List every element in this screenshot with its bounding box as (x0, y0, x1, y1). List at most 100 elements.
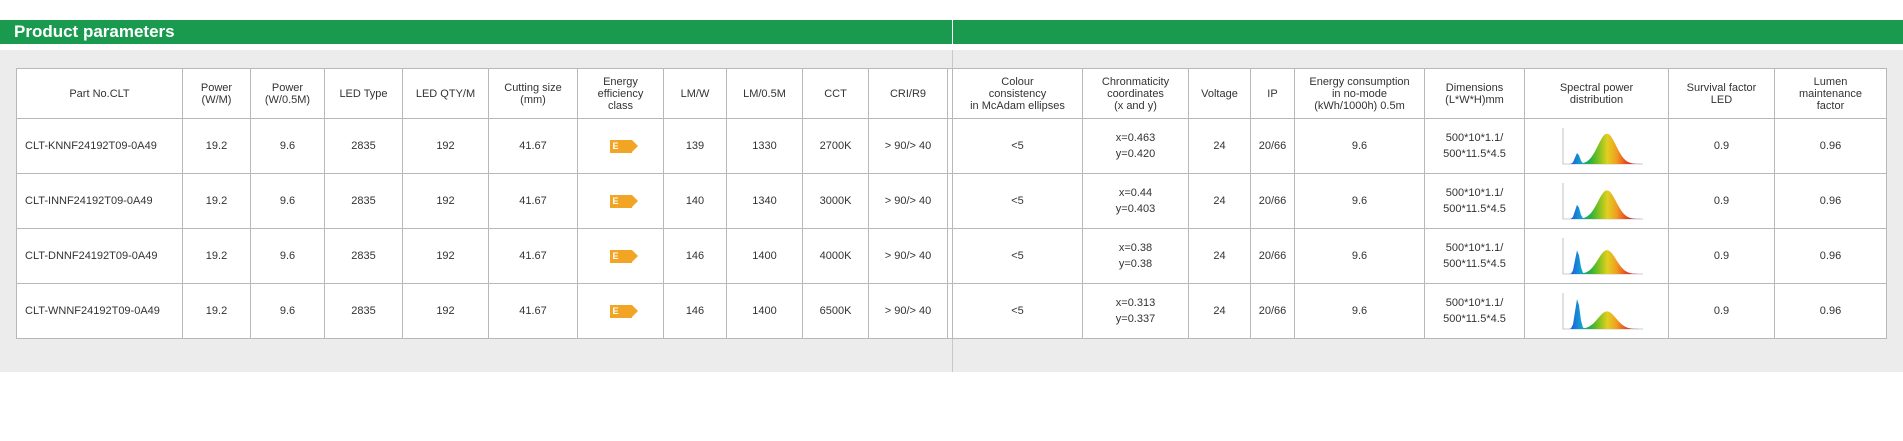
dimensions-cell: 500*10*1.1/500*11.5*4.5 (1424, 118, 1525, 174)
lm-per-half-meter-cell: 1330 (726, 118, 803, 174)
energy-class-badge: E (609, 194, 638, 208)
mcadam-cell: <5 (952, 173, 1083, 229)
lm-per-watt-cell: 146 (663, 283, 727, 339)
lm-per-watt-cell: 146 (663, 228, 727, 284)
chromaticity-y: y=0.337 (1115, 313, 1156, 325)
dimensions-line-1: 500*10*1.1/ (1445, 132, 1504, 144)
led-type-cell: 2835 (324, 283, 403, 339)
cutting-size-cell: 41.67 (488, 283, 578, 339)
energy-class-cell: E (577, 173, 664, 229)
voltage-cell: 24 (1188, 118, 1251, 174)
dimensions-line-1: 500*10*1.1/ (1445, 297, 1504, 309)
ip-cell: 20/66 (1250, 283, 1295, 339)
power-per-meter-cell: 19.2 (182, 118, 251, 174)
dimensions-line-1: 500*10*1.1/ (1445, 242, 1504, 254)
column-header: Cutting size (mm) (488, 68, 578, 119)
voltage-cell: 24 (1188, 283, 1251, 339)
lumen-maintenance-cell: 0.96 (1774, 283, 1887, 339)
led-qty-cell: 192 (402, 173, 489, 229)
ip-cell: 20/66 (1250, 228, 1295, 284)
led-qty-cell: 192 (402, 228, 489, 284)
cct-cell: 3000K (802, 173, 869, 229)
table-header-row: Part No.CLT Power (W/M) Power (W/0.5M) LED … (16, 68, 967, 119)
part-number-cell: CLT-DNNF24192T09-0A49 (16, 228, 183, 284)
energy-consumption-cell: 9.6 (1294, 173, 1425, 229)
dimensions-line-1: 500*10*1.1/ (1445, 187, 1504, 199)
cri-cell: > 90/> 40 (868, 283, 948, 339)
dimensions-line-2: 500*11.5*4.5 (1443, 258, 1506, 270)
section-title: Product parameters (14, 22, 175, 41)
lumen-maintenance-cell: 0.96 (1774, 228, 1887, 284)
lm-per-watt-cell: 139 (663, 118, 727, 174)
lm-per-half-meter-cell: 1400 (726, 228, 803, 284)
table-row: <5 x=0.463 y=0.420 24 20/66 9.6 500*10*1.1/500… (952, 118, 1887, 174)
mcadam-cell: <5 (952, 283, 1083, 339)
chromaticity-y: y=0.38 (1118, 258, 1153, 270)
dimensions-cell: 500*10*1.1/500*11.5*4.5 (1424, 228, 1525, 284)
column-header: Energy efficiency class (577, 68, 664, 119)
led-qty-cell: 192 (402, 283, 489, 339)
power-per-half-meter-cell: 9.6 (250, 283, 325, 339)
ip-cell: 20/66 (1250, 118, 1295, 174)
column-header: CCT (802, 68, 869, 119)
chromaticity-cell: x=0.44 y=0.403 (1082, 173, 1189, 229)
chromaticity-x: x=0.463 (1115, 132, 1156, 144)
column-header: IP (1250, 68, 1295, 119)
cct-cell: 2700K (802, 118, 869, 174)
column-header: Spectral power distribution (1524, 68, 1669, 119)
cri-cell: > 90/> 40 (868, 118, 948, 174)
power-per-half-meter-cell: 9.6 (250, 173, 325, 229)
dimensions-line-2: 500*11.5*4.5 (1443, 203, 1506, 215)
table-row: CLT-KNNF24192T09-0A49 19.2 9.6 2835 192 41.67… (16, 118, 967, 174)
column-header: LED QTY/M (402, 68, 489, 119)
dimensions-cell: 500*10*1.1/500*11.5*4.5 (1424, 283, 1525, 339)
spectral-power-chart (1562, 128, 1643, 165)
lm-per-watt-cell: 140 (663, 173, 727, 229)
chromaticity-y: y=0.420 (1115, 148, 1156, 160)
column-header: Dimensions (L*W*H)mm (1424, 68, 1525, 119)
survival-factor-cell: 0.9 (1668, 228, 1775, 284)
energy-consumption-cell: 9.6 (1294, 283, 1425, 339)
column-header: CRI/R9 (868, 68, 948, 119)
spectral-power-chart (1562, 293, 1643, 330)
cri-cell: > 90/> 40 (868, 173, 948, 229)
cutting-size-cell: 41.67 (488, 228, 578, 284)
energy-class-badge: E (609, 304, 638, 318)
energy-consumption-cell: 9.6 (1294, 118, 1425, 174)
survival-factor-cell: 0.9 (1668, 173, 1775, 229)
cct-cell: 6500K (802, 283, 869, 339)
spectral-power-chart (1562, 238, 1643, 275)
dimensions-line-2: 500*11.5*4.5 (1443, 313, 1506, 325)
chromaticity-y: y=0.403 (1115, 203, 1156, 215)
voltage-cell: 24 (1188, 173, 1251, 229)
column-header: LM/W (663, 68, 727, 119)
table-row: CLT-DNNF24192T09-0A49 19.2 9.6 2835 192 41.67… (16, 228, 967, 284)
spectral-power-chart (1562, 183, 1643, 220)
spectral-power-cell (1524, 118, 1669, 174)
led-type-cell: 2835 (324, 118, 403, 174)
column-header: Colour consistency in McAdam ellipses (952, 68, 1083, 119)
power-per-meter-cell: 19.2 (182, 173, 251, 229)
led-qty-cell: 192 (402, 118, 489, 174)
lm-per-half-meter-cell: 1340 (726, 173, 803, 229)
energy-class-badge: E (609, 249, 638, 263)
table-header-row: Colour consistency in McAdam ellipses Chr… (952, 68, 1887, 119)
survival-factor-cell: 0.9 (1668, 283, 1775, 339)
power-per-meter-cell: 19.2 (182, 228, 251, 284)
table-row: CLT-WNNF24192T09-0A49 19.2 9.6 2835 192 41.67… (16, 283, 967, 339)
column-header: Voltage (1188, 68, 1251, 119)
spectral-power-cell (1524, 173, 1669, 229)
table-row: <5 x=0.38 y=0.38 24 20/66 9.6 500*10*1.1/500*1… (952, 228, 1887, 284)
chromaticity-cell: x=0.38 y=0.38 (1082, 228, 1189, 284)
led-type-cell: 2835 (324, 173, 403, 229)
column-header: Lumen maintenance factor (1774, 68, 1887, 119)
energy-class-cell: E (577, 118, 664, 174)
column-header: Power (W/0.5M) (250, 68, 325, 119)
table-row: CLT-INNF24192T09-0A49 19.2 9.6 2835 192 41.67… (16, 173, 967, 229)
header-divider (952, 20, 953, 44)
energy-class-cell: E (577, 283, 664, 339)
lumen-maintenance-cell: 0.96 (1774, 173, 1887, 229)
chromaticity-cell: x=0.313 y=0.337 (1082, 283, 1189, 339)
chromaticity-cell: x=0.463 y=0.420 (1082, 118, 1189, 174)
lumen-maintenance-cell: 0.96 (1774, 118, 1887, 174)
